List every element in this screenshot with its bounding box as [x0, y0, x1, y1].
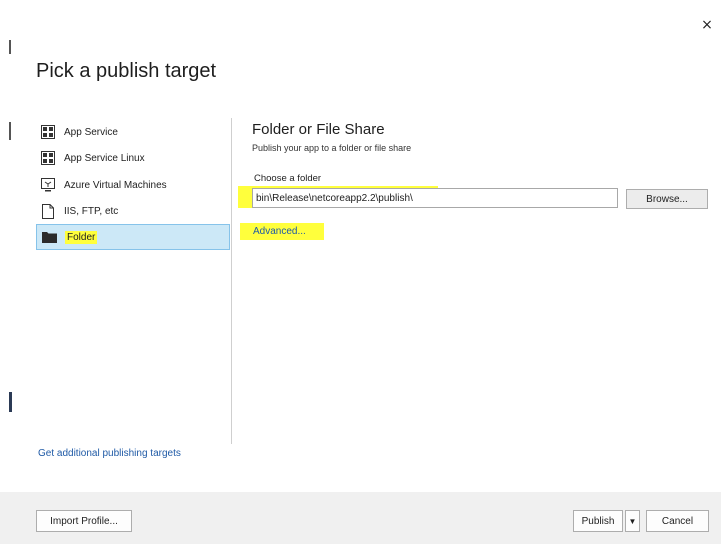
app-service-icon	[40, 124, 56, 140]
target-folder[interactable]: Folder	[36, 224, 230, 250]
folder-icon	[41, 229, 57, 245]
target-iis-ftp[interactable]: IIS, FTP, etc	[36, 199, 230, 223]
edge-mark	[9, 40, 11, 54]
virtual-machine-icon	[40, 177, 56, 193]
close-button[interactable]: ×	[700, 18, 714, 32]
publish-dropdown-button[interactable]: ▼	[625, 510, 640, 532]
edge-mark	[9, 122, 11, 140]
edge-mark	[9, 392, 12, 412]
panel-title: Folder or File Share	[252, 121, 385, 138]
publish-button[interactable]: Publish	[573, 510, 623, 532]
app-service-linux-icon	[40, 150, 56, 166]
choose-folder-label: Choose a folder	[254, 173, 322, 184]
chevron-down-icon: ▼	[628, 516, 637, 526]
dialog-title: Pick a publish target	[36, 60, 217, 82]
close-icon: ×	[701, 17, 713, 33]
import-profile-button[interactable]: Import Profile...	[36, 510, 132, 532]
panel-subtitle: Publish your app to a folder or file sha…	[252, 143, 412, 153]
target-label: Folder	[65, 230, 98, 244]
cancel-button[interactable]: Cancel	[646, 510, 709, 532]
target-app-service[interactable]: App Service	[36, 120, 230, 144]
target-label: IIS, FTP, etc	[64, 205, 119, 217]
target-label: App Service Linux	[64, 152, 145, 164]
folder-path-input[interactable]	[252, 188, 618, 208]
additional-targets-link[interactable]: Get additional publishing targets	[38, 448, 181, 459]
target-app-service-linux[interactable]: App Service Linux	[36, 146, 230, 170]
panel-divider	[231, 118, 232, 444]
browse-button[interactable]: Browse...	[626, 189, 708, 209]
document-icon	[40, 203, 56, 219]
publish-target-list: App Service App Service Linux Azure Virt…	[36, 118, 230, 458]
advanced-link[interactable]: Advanced...	[253, 226, 306, 237]
target-azure-virtual-machines[interactable]: Azure Virtual Machines	[36, 173, 230, 197]
target-label: Azure Virtual Machines	[64, 179, 167, 191]
window-edge	[0, 0, 10, 544]
target-label: App Service	[64, 126, 118, 138]
